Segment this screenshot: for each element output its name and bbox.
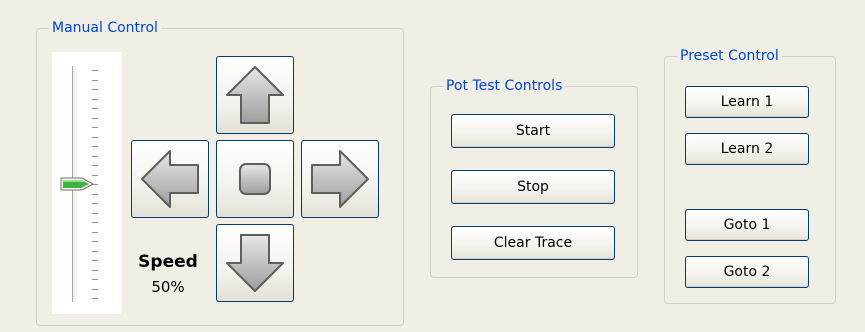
down-arrow-icon bbox=[226, 234, 284, 292]
right-button[interactable] bbox=[301, 140, 379, 218]
learn-1-button[interactable]: Learn 1 bbox=[685, 86, 809, 118]
goto-2-button[interactable]: Goto 2 bbox=[685, 256, 809, 288]
right-arrow-icon bbox=[311, 150, 369, 208]
start-button[interactable]: Start bbox=[451, 114, 615, 148]
pot-test-title: Pot Test Controls bbox=[443, 77, 566, 95]
goto-1-button[interactable]: Goto 1 bbox=[685, 209, 809, 241]
left-arrow-icon bbox=[141, 150, 199, 208]
clear-trace-button[interactable]: Clear Trace bbox=[451, 226, 615, 260]
slider-thumb[interactable] bbox=[60, 176, 96, 192]
down-button[interactable] bbox=[216, 224, 294, 302]
manual-control-title: Manual Control bbox=[49, 19, 161, 37]
speed-slider[interactable] bbox=[52, 52, 122, 314]
stop-button[interactable] bbox=[216, 140, 294, 218]
preset-control-title: Preset Control bbox=[677, 47, 782, 65]
left-button[interactable] bbox=[131, 140, 209, 218]
stop-square-icon bbox=[239, 163, 271, 195]
up-button[interactable] bbox=[216, 56, 294, 134]
up-arrow-icon bbox=[226, 66, 284, 124]
speed-label: Speed bbox=[138, 252, 198, 272]
learn-2-button[interactable]: Learn 2 bbox=[685, 133, 809, 165]
stop-trace-button[interactable]: Stop bbox=[451, 170, 615, 204]
speed-value: 50% bbox=[151, 278, 185, 296]
